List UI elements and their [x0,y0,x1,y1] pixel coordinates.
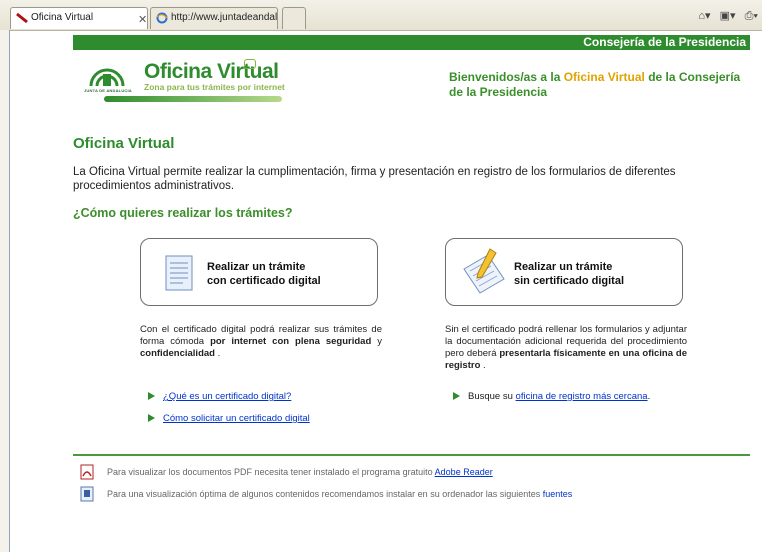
department-bar: Consejería de la Presidencia [73,35,750,50]
document-icon [165,255,193,291]
ie-icon [156,12,168,24]
browser-tab-bar: Oficina Virtual ✕ http://www.juntadeanda… [0,0,762,31]
footer-divider [73,454,750,456]
arrow-right-icon [148,392,155,401]
section-question: ¿Cómo quieres realizar los trámites? [73,206,293,220]
form-pencil-icon [463,248,505,294]
oficina-virtual-logo[interactable]: JUNTA DE ANDALUCIA Oficina Virtual Zona … [80,58,285,104]
intro-text: La Oficina Virtual permite realizar la c… [73,166,676,192]
fonts-link[interactable]: fuentes [543,489,573,499]
home-icon[interactable]: ⌂▾ [698,10,710,22]
nearest-registry-office-link[interactable]: oficina de registro más cercana [516,391,648,402]
without-certificate-description: Sin el certificado podrá rellenar los fo… [445,324,687,371]
junta-emblem-icon [89,68,125,87]
arrow-right-icon [148,414,155,423]
print-icon[interactable]: ⎙▾ [745,10,758,22]
what-is-certificate-link[interactable]: ¿Qué es un certificado digital? [163,391,291,402]
page-title: Oficina Virtual [73,135,175,152]
feeds-icon[interactable]: ▣▾ [720,10,736,22]
option-label: Realizar un trámite con certificado digit… [207,261,321,287]
browser-tab-active[interactable]: Oficina Virtual [10,7,148,29]
close-tab-icon[interactable]: ✕ [138,13,147,26]
pdf-icon [80,464,94,480]
tab-title: Oficina Virtual [31,12,94,23]
link-row: Busque su oficina de registro más cercan… [453,391,650,402]
tab-title: http://www.juntadeandaluci... [171,12,278,23]
department-title: Consejería de la Presidencia [583,35,746,49]
arrow-right-icon [453,392,460,401]
link-row: ¿Qué es un certificado digital? [148,391,291,402]
logo-swoosh [104,96,282,102]
request-certificate-link[interactable]: Cómo solicitar un certificado digital [163,413,310,424]
command-bar: ⌂▾ ▣▾ ⎙▾ [692,9,758,23]
logo-title: Oficina Virtual [144,60,279,83]
welcome-message: Bienvenidos/as a la Oficina Virtual de l… [449,70,741,99]
new-tab-button[interactable] [282,7,306,29]
link-row: Cómo solicitar un certificado digital [148,413,310,424]
logo-subtitle: Zona para tus trámites por internet [144,82,285,92]
browser-tab[interactable]: http://www.juntadeandaluci... [150,7,278,29]
without-certificate-button[interactable]: Realizar un trámite sin certificado digit… [445,238,683,306]
font-file-icon [80,486,94,502]
option-label: Realizar un trámite sin certificado digit… [514,261,625,287]
speech-bubble-icon [244,59,256,69]
welcome-highlight: Oficina Virtual [563,70,645,84]
adobe-reader-link[interactable]: Adobe Reader [435,467,493,477]
site-favicon-icon [16,12,28,24]
with-certificate-button[interactable]: Realizar un trámite con certificado digit… [140,238,378,306]
logo-junta-text: JUNTA DE ANDALUCIA [84,88,132,93]
window-border [0,30,10,552]
with-certificate-description: Con el certificado digital podrá realiza… [140,324,382,359]
